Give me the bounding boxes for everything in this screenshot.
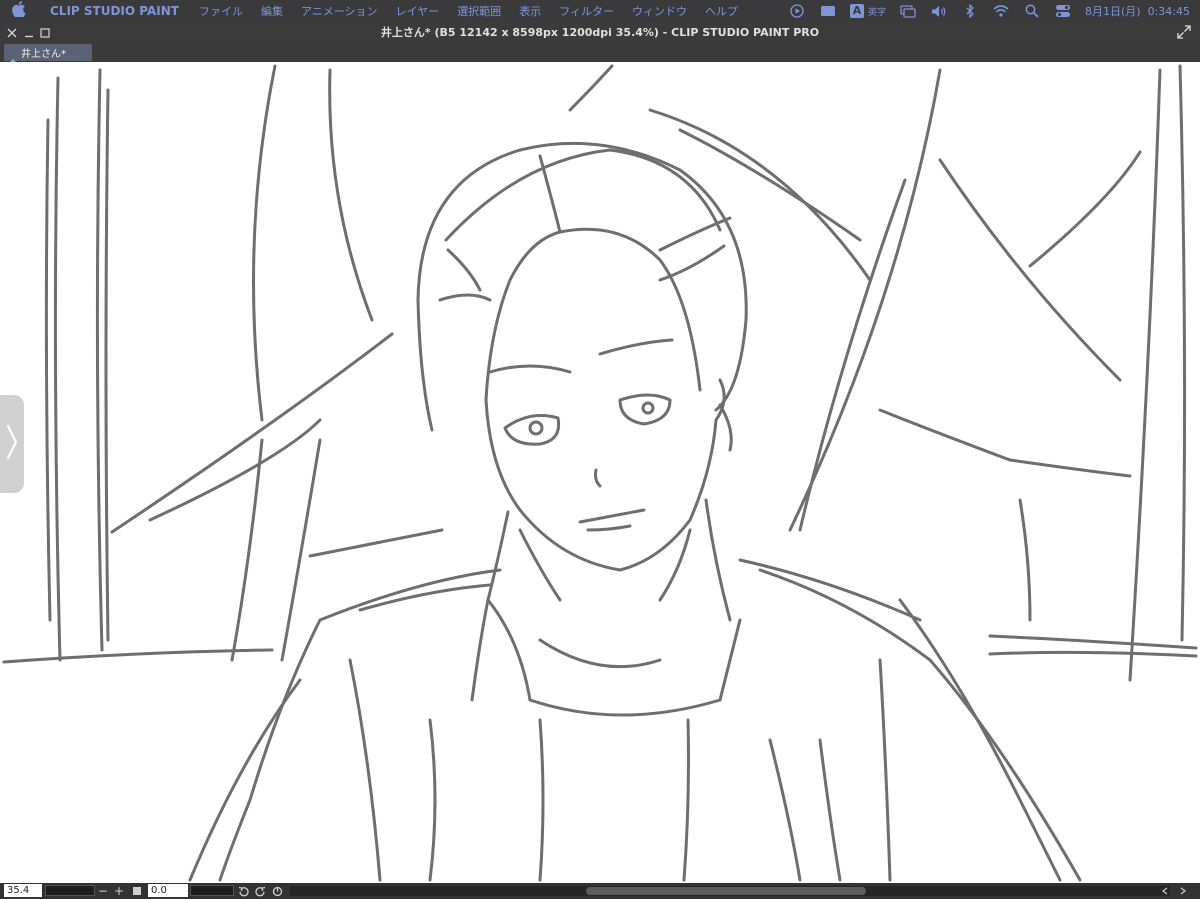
apple-icon[interactable] (12, 1, 30, 21)
document-tab[interactable]: 井上さん* (4, 44, 92, 65)
mac-menubar: CLIP STUDIO PAINT ファイル 編集 アニメーション レイヤー 選… (0, 0, 1200, 22)
window-titlebar: 井上さん* (B5 12142 x 8598px 1200dpi 35.4%) … (0, 22, 1200, 43)
rotation-slider[interactable] (190, 885, 234, 896)
scrollbar-thumb[interactable] (586, 887, 866, 895)
zoom-out-button[interactable]: − (97, 883, 109, 899)
chevron-right-icon (6, 424, 18, 464)
zoom-slider[interactable] (45, 885, 95, 896)
menu-help[interactable]: ヘルプ (705, 3, 738, 19)
document-tab-label: 井上さん* (21, 49, 66, 60)
menu-selection[interactable]: 選択範囲 (457, 3, 501, 19)
status-bar: 35.4 − + 0.0 (0, 883, 1200, 899)
sketch-artwork (2, 64, 1198, 882)
input-mode-badge[interactable]: A (849, 4, 864, 18)
document-tab-bar: 井上さん* (0, 43, 1200, 65)
panel-toggle-handle[interactable] (0, 395, 24, 493)
scroll-right-icon[interactable] (1176, 884, 1190, 898)
menubar-date[interactable]: 8月1日(月) (1085, 3, 1141, 19)
menu-view[interactable]: 表示 (519, 3, 541, 19)
display-icon[interactable] (819, 3, 837, 19)
screen-mirror-icon[interactable] (899, 3, 917, 19)
menu-file[interactable]: ファイル (199, 3, 243, 19)
menubar-time[interactable]: 0:34:45 (1148, 5, 1190, 18)
zoom-in-button[interactable]: + (113, 883, 125, 899)
scroll-left-icon[interactable] (1158, 884, 1172, 898)
menu-filter[interactable]: フィルター (559, 3, 614, 19)
app-menu[interactable]: CLIP STUDIO PAINT (50, 4, 179, 18)
horizontal-scrollbar[interactable] (290, 886, 1170, 896)
drawing-canvas[interactable] (0, 62, 1200, 883)
window-title: 井上さん* (B5 12142 x 8598px 1200dpi 35.4%) … (380, 26, 820, 39)
play-icon[interactable] (788, 3, 806, 19)
menu-layer[interactable]: レイヤー (396, 3, 440, 19)
fit-view-icon[interactable] (130, 884, 144, 898)
wifi-icon[interactable] (992, 3, 1010, 19)
rotate-left-icon[interactable] (236, 884, 250, 898)
status-menus: A 英字 8月1日(月) 0:34:45 (788, 0, 1190, 22)
expand-icon[interactable] (1176, 24, 1192, 44)
search-icon[interactable] (1023, 3, 1041, 19)
reset-rotation-icon[interactable] (270, 884, 284, 898)
rotate-right-icon[interactable] (253, 884, 267, 898)
control-center-icon[interactable] (1054, 3, 1072, 19)
zoom-value-field[interactable]: 35.4 (4, 884, 42, 897)
menu-animation[interactable]: アニメーション (301, 3, 378, 19)
menu-window[interactable]: ウィンドウ (632, 3, 687, 19)
tab-indicator-icon (10, 50, 16, 65)
input-mode-label[interactable]: 英字 (868, 5, 886, 18)
bluetooth-icon[interactable] (961, 3, 979, 19)
rotation-angle-field[interactable]: 0.0 (148, 884, 188, 897)
volume-icon[interactable] (930, 3, 948, 19)
menu-edit[interactable]: 編集 (261, 3, 283, 19)
